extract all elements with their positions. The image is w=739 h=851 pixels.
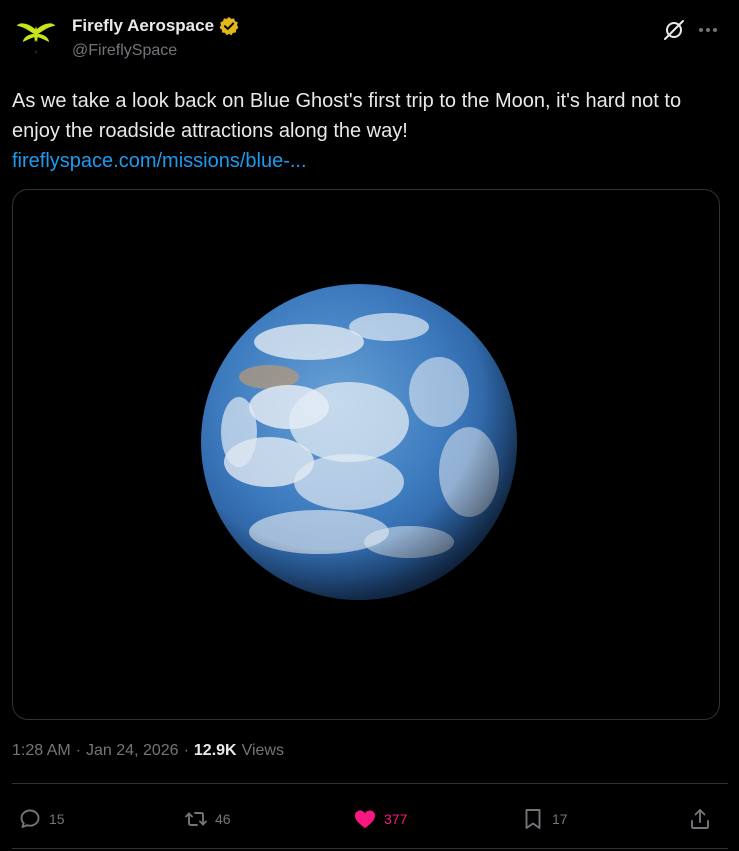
- grok-icon[interactable]: [662, 18, 686, 42]
- tweet-date[interactable]: Jan 24, 2026: [86, 742, 179, 760]
- author-handle[interactable]: @FireflySpace: [72, 42, 177, 60]
- bookmark-count: 17: [552, 811, 568, 827]
- divider: [12, 848, 728, 849]
- share-button[interactable]: [688, 804, 712, 834]
- divider: [12, 783, 728, 784]
- heart-icon: [355, 810, 375, 828]
- views-count: 12.9K: [193, 742, 237, 759]
- reply-count: 15: [49, 811, 65, 827]
- reply-button[interactable]: 15: [18, 804, 65, 834]
- tweet-time[interactable]: 1:28 AM: [12, 742, 71, 760]
- reply-icon: [20, 809, 40, 828]
- author-name-row: Firefly Aerospace: [72, 16, 239, 36]
- tweet-media[interactable]: [12, 189, 720, 720]
- views-label: Views: [241, 742, 284, 759]
- repost-count: 46: [215, 811, 231, 827]
- verified-badge-icon[interactable]: [219, 16, 239, 36]
- repost-button[interactable]: 46: [184, 804, 231, 834]
- like-button[interactable]: 377: [353, 804, 407, 834]
- meta-separator: ·: [183, 742, 189, 759]
- more-options-icon[interactable]: [696, 18, 720, 42]
- meta-separator: ·: [75, 742, 82, 759]
- earth-image-icon: [201, 284, 517, 600]
- tweet-meta: 1:28 AM · Jan 24, 2026 · 12.9K Views: [12, 742, 284, 760]
- firefly-logo-icon[interactable]: [14, 14, 58, 58]
- bookmark-icon: [525, 809, 541, 829]
- bookmark-button[interactable]: 17: [521, 804, 568, 834]
- tweet-body: As we take a look back on Blue Ghost's f…: [12, 90, 682, 142]
- author-display-name[interactable]: Firefly Aerospace: [72, 16, 214, 36]
- like-count: 377: [384, 811, 408, 827]
- action-bar: 15 46 377 17: [12, 804, 722, 834]
- share-icon: [691, 809, 709, 829]
- repost-icon: [185, 812, 207, 826]
- tweet-text: As we take a look back on Blue Ghost's f…: [12, 86, 712, 176]
- tweet-link[interactable]: fireflyspace.com/missions/blue-...: [12, 146, 712, 176]
